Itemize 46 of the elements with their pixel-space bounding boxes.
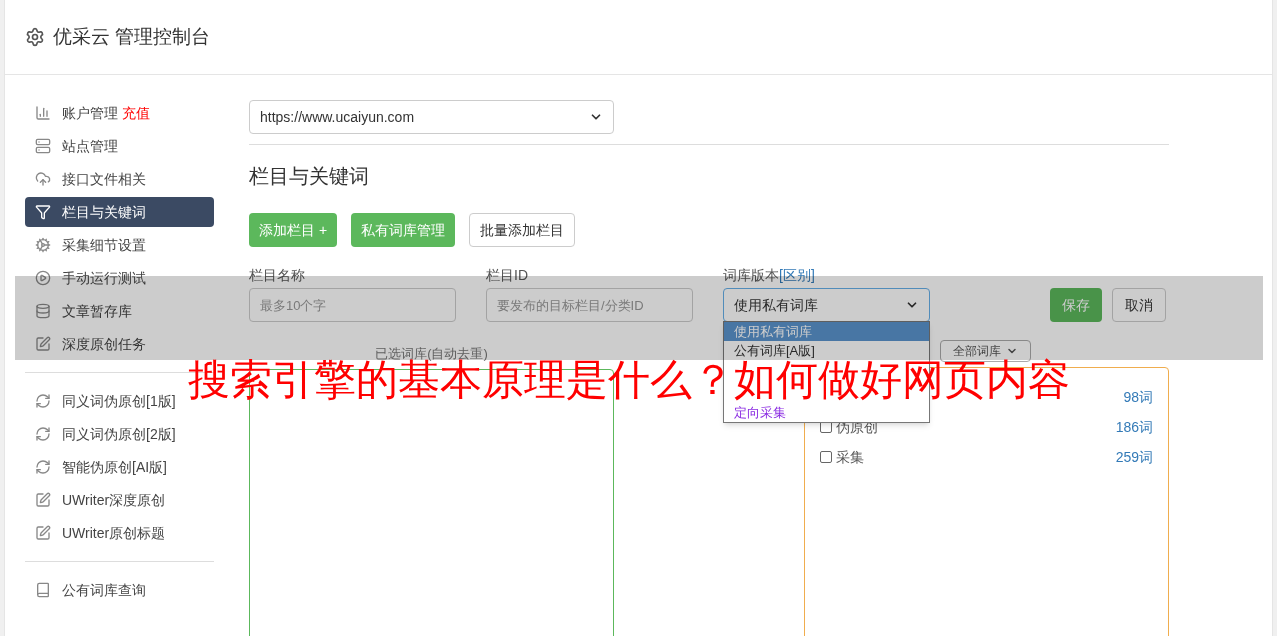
library-label: 采集	[836, 447, 864, 467]
app-title: 优采云 管理控制台	[53, 24, 211, 49]
sidebar-item[interactable]: 采集细节设置	[25, 230, 214, 260]
refresh-icon	[35, 459, 51, 475]
filter-icon	[35, 204, 51, 220]
sidebar-item[interactable]: 同义词伪原创[2版]	[25, 419, 214, 449]
database-icon	[35, 303, 51, 319]
sidebar-item[interactable]: 深度原创任务	[25, 329, 214, 359]
section-title: 栏目与关键词	[249, 164, 370, 189]
sidebar-item[interactable]: 公有词库查询	[25, 575, 214, 605]
difference-link[interactable]: [区别]	[779, 265, 815, 286]
field-label: 栏目ID	[486, 266, 529, 285]
sidebar-item[interactable]: 手动运行测试	[25, 263, 214, 293]
dropdown-option[interactable]: 定向采集	[724, 403, 929, 422]
name-input[interactable]: 最多10个字	[249, 288, 456, 322]
sidebar-item[interactable]: 接口文件相关	[25, 164, 214, 194]
word-count: 186词	[1115, 417, 1153, 437]
toolbar-button[interactable]: 批量添加栏目	[469, 213, 576, 247]
server-icon	[35, 138, 51, 154]
cloud-upload-icon	[35, 171, 51, 187]
word-count: 98词	[1123, 387, 1153, 407]
chart-icon	[35, 105, 51, 121]
sidebar-item[interactable]: 文章暂存库	[25, 296, 214, 326]
word-count: 259词	[1115, 447, 1153, 467]
id-input[interactable]: 要发布的目标栏目/分类ID	[486, 288, 693, 322]
sidebar-item[interactable]: 站点管理	[25, 131, 214, 161]
play-icon	[35, 270, 51, 286]
edit-icon	[35, 492, 51, 508]
field-label: 词库版本	[723, 266, 779, 285]
cancel-button[interactable]: 取消	[1112, 288, 1166, 322]
field-label: 栏目名称	[249, 266, 306, 285]
sidebar-item[interactable]: UWriter深度原创	[25, 485, 214, 515]
refresh-icon	[35, 426, 51, 442]
dropdown-option[interactable]: 公有词库[A版]	[724, 341, 929, 360]
library-checkbox[interactable]	[820, 451, 832, 463]
settings-icon	[25, 27, 45, 47]
edit-icon	[35, 336, 51, 352]
sidebar-item[interactable]: 栏目与关键词	[25, 197, 214, 227]
sidebar-item[interactable]: 智能伪原创[AI版]	[25, 452, 214, 482]
gear-icon	[35, 237, 51, 253]
sidebar-item[interactable]: 账户管理 充值	[25, 98, 214, 128]
site-select[interactable]: https://www.ucaiyun.com	[249, 100, 614, 134]
edit-icon	[35, 525, 51, 541]
book-icon	[35, 582, 51, 598]
sidebar-item[interactable]: UWriter原创标题	[25, 518, 214, 548]
refresh-icon	[35, 393, 51, 409]
